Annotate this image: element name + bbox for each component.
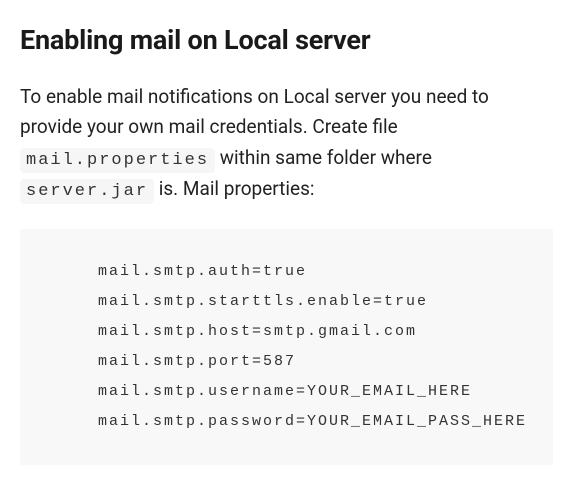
- code-block-mail-properties: mail.smtp.auth=true mail.smtp.starttls.e…: [20, 229, 553, 465]
- inline-code-filename: server.jar: [20, 179, 154, 204]
- intro-paragraph: To enable mail notifications on Local se…: [20, 82, 553, 205]
- section-heading: Enabling mail on Local server: [20, 24, 553, 56]
- text-segment: is. Mail properties:: [154, 177, 314, 200]
- text-segment: within same folder where: [215, 146, 432, 169]
- text-segment: To enable mail notifications on Local se…: [20, 85, 489, 138]
- inline-code-filename: mail.properties: [20, 148, 215, 173]
